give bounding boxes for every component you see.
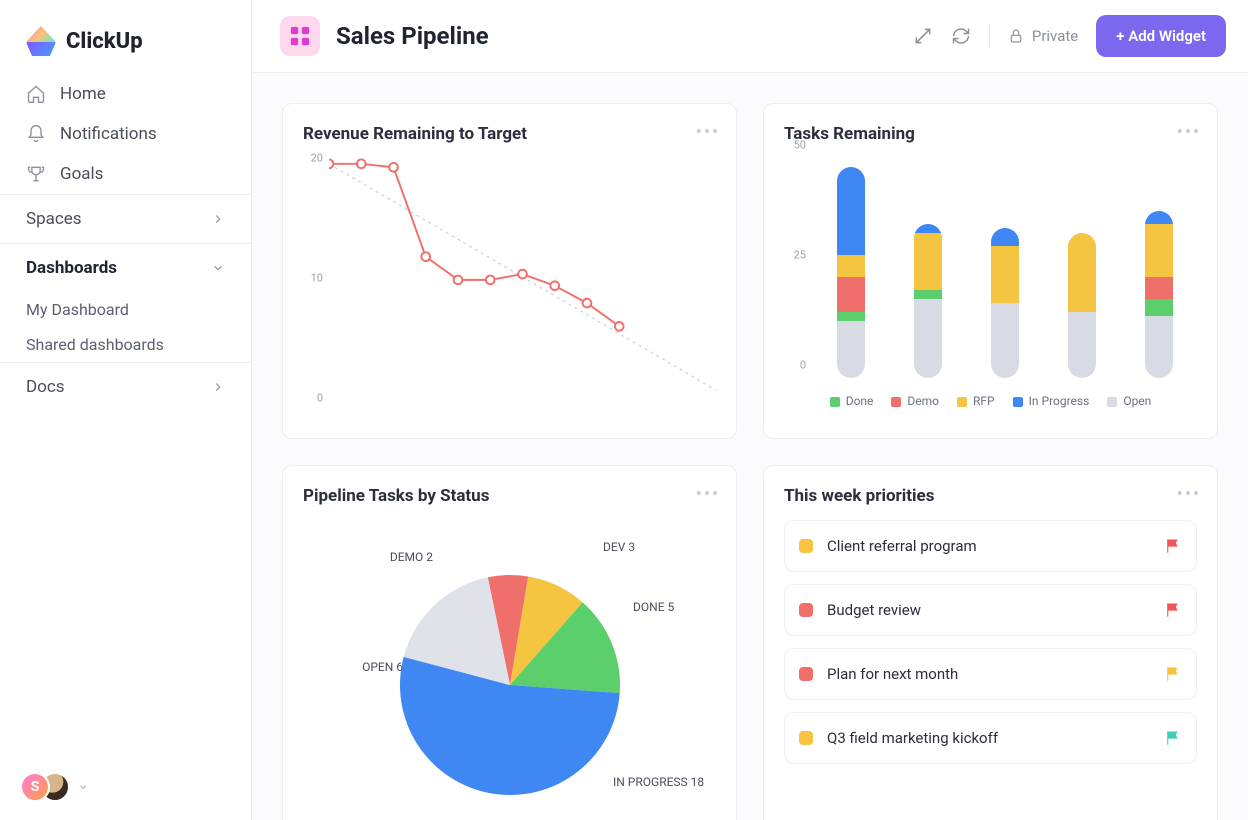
- page-title: Sales Pipeline: [336, 22, 489, 50]
- sidebar-item-my-dashboard[interactable]: My Dashboard: [0, 292, 251, 327]
- top-actions: Private + Add Widget: [913, 15, 1226, 57]
- widget-title: Revenue Remaining to Target: [303, 124, 716, 144]
- priority-item[interactable]: Budget review: [784, 584, 1197, 636]
- section-label: Dashboards: [26, 258, 117, 278]
- sidebar-item-home[interactable]: Home: [0, 74, 251, 114]
- status-dot: [799, 731, 813, 745]
- priority-item[interactable]: Q3 field marketing kickoff: [784, 712, 1197, 764]
- bar-column: [914, 224, 942, 378]
- sidebar-item-label: Notifications: [60, 124, 157, 144]
- pie-label-done: DONE 5: [633, 600, 674, 614]
- bar-column: [1068, 233, 1096, 378]
- bar-chart: 02550: [784, 158, 1197, 378]
- legend-item: In Progress: [1013, 394, 1090, 408]
- status-dot: [799, 667, 813, 681]
- home-icon: [26, 84, 46, 104]
- more-icon[interactable]: •••: [696, 122, 720, 143]
- legend-item: Open: [1107, 394, 1151, 408]
- sidebar-item-goals[interactable]: Goals: [0, 154, 251, 194]
- priority-text: Budget review: [827, 601, 921, 619]
- sidebar-section-docs[interactable]: Docs: [0, 362, 251, 411]
- privacy-toggle[interactable]: Private: [1008, 27, 1078, 45]
- widget-title: Tasks Remaining: [784, 124, 1197, 144]
- sidebar-footer[interactable]: S: [0, 754, 251, 820]
- widget-pipeline-by-status: Pipeline Tasks by Status ••• DEMO 2 DEV …: [282, 465, 737, 820]
- pie-label-in-progress: IN PROGRESS 18: [613, 775, 704, 789]
- sidebar-item-label: Home: [60, 84, 106, 104]
- sidebar-section-dashboards[interactable]: Dashboards: [0, 243, 251, 292]
- bell-icon: [26, 124, 46, 144]
- add-widget-button[interactable]: + Add Widget: [1096, 15, 1226, 57]
- separator: [989, 24, 990, 48]
- chevron-down-icon: [211, 261, 225, 275]
- flag-icon: [1164, 601, 1182, 619]
- line-chart: 01020: [303, 158, 716, 418]
- widget-tasks-remaining: Tasks Remaining ••• 02550 Done Demo RFP In …: [763, 103, 1218, 439]
- sidebar-item-notifications[interactable]: Notifications: [0, 114, 251, 154]
- widget-title: Pipeline Tasks by Status: [303, 486, 716, 506]
- priority-text: Plan for next month: [827, 665, 958, 683]
- priority-text: Client referral program: [827, 537, 977, 555]
- logo-icon: [26, 26, 56, 56]
- priority-text: Q3 field marketing kickoff: [827, 729, 998, 747]
- status-dot: [799, 539, 813, 553]
- brand-name: ClickUp: [66, 29, 143, 54]
- topbar: Sales Pipeline Private + Add Widget: [252, 0, 1248, 73]
- status-dot: [799, 603, 813, 617]
- bar-column: [837, 167, 865, 378]
- expand-icon[interactable]: [913, 26, 933, 46]
- chart-legend: Done Demo RFP In Progress Open: [784, 394, 1197, 408]
- flag-icon: [1164, 665, 1182, 683]
- priority-item[interactable]: Plan for next month: [784, 648, 1197, 700]
- lock-icon: [1008, 28, 1024, 44]
- widget-this-week-priorities: This week priorities ••• Client referral…: [763, 465, 1218, 820]
- main-area: Sales Pipeline Private + Add Widget Reve…: [252, 0, 1248, 820]
- legend-item: RFP: [957, 394, 995, 408]
- privacy-label: Private: [1032, 27, 1078, 45]
- chevron-down-icon: [78, 782, 88, 792]
- pie-label-demo: DEMO 2: [373, 550, 433, 564]
- section-label: Spaces: [26, 209, 82, 229]
- refresh-icon[interactable]: [951, 26, 971, 46]
- flag-icon: [1164, 537, 1182, 555]
- sidebar-item-label: Goals: [60, 164, 103, 184]
- chevron-right-icon: [211, 380, 225, 394]
- chevron-right-icon: [211, 212, 225, 226]
- brand-logo[interactable]: ClickUp: [0, 0, 251, 74]
- sidebar-item-shared-dashboards[interactable]: Shared dashboards: [0, 327, 251, 362]
- sidebar-section-spaces[interactable]: Spaces: [0, 194, 251, 243]
- priority-list: Client referral program Budget review Plan…: [784, 520, 1197, 764]
- pie-label-open: OPEN 6: [343, 660, 403, 674]
- more-icon[interactable]: •••: [1177, 484, 1201, 505]
- widget-title: This week priorities: [784, 486, 1197, 506]
- flag-icon: [1164, 729, 1182, 747]
- legend-item: Demo: [891, 394, 939, 408]
- more-icon[interactable]: •••: [696, 484, 720, 505]
- dashboard-icon: [280, 16, 320, 56]
- trophy-icon: [26, 164, 46, 184]
- pie-chart: DEMO 2 DEV 3 DONE 5 OPEN 6 IN PROGRESS 1…: [303, 520, 716, 820]
- bar-column: [1145, 211, 1173, 378]
- sidebar: ClickUp Home Notifications Goals Spaces …: [0, 0, 252, 820]
- widget-grid: Revenue Remaining to Target ••• 01020 Ta…: [252, 73, 1248, 820]
- avatar-initial: S: [20, 772, 50, 802]
- widget-revenue-remaining: Revenue Remaining to Target ••• 01020: [282, 103, 737, 439]
- more-icon[interactable]: •••: [1177, 122, 1201, 143]
- bar-column: [991, 228, 1019, 378]
- legend-item: Done: [830, 394, 874, 408]
- pie-label-dev: DEV 3: [603, 540, 635, 554]
- section-label: Docs: [26, 377, 65, 397]
- priority-item[interactable]: Client referral program: [784, 520, 1197, 572]
